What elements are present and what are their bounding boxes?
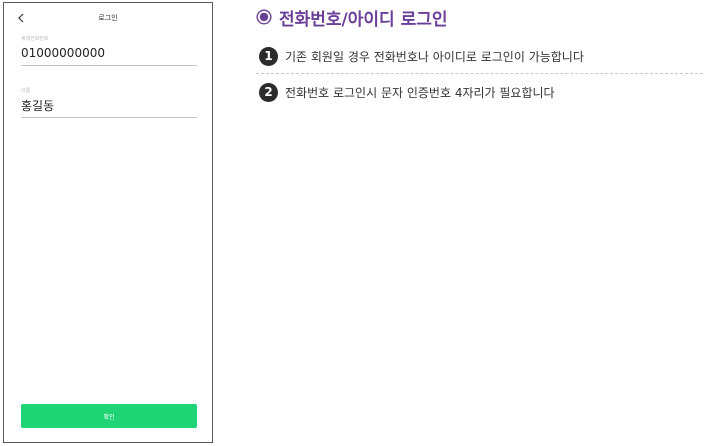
section-title: 전화번호/아이디 로그인 [279, 9, 448, 30]
step-item: 1 기존 회원일 경우 전화번호나 아이디로 로그인이 가능합니다 [259, 45, 584, 67]
step-number-badge: 2 [259, 82, 278, 102]
divider [256, 73, 703, 74]
confirm-button[interactable]: 확인 [21, 404, 197, 428]
step-item: 2 전화번호 로그인시 문자 인증번호 4자리가 필요합니다 [259, 81, 555, 103]
phone-number-input[interactable] [21, 43, 197, 66]
radio-bullet-icon [256, 9, 272, 25]
name-input[interactable] [21, 95, 197, 118]
phone-number-label: 휴대전화번호 [21, 36, 49, 42]
page-title: 로그인 [98, 14, 118, 22]
app-header: 로그인 [4, 3, 212, 33]
description-panel: 전화번호/아이디 로그인 1 기존 회원일 경우 전화번호나 아이디로 로그인이… [256, 0, 705, 446]
step-text: 기존 회원일 경우 전화번호나 아이디로 로그인이 가능합니다 [285, 49, 584, 64]
name-field: 이름 [21, 87, 197, 118]
section-heading: 전화번호/아이디 로그인 [256, 6, 448, 30]
phone-screen: 로그인 휴대전화번호 이름 확인 [3, 2, 213, 443]
phone-number-field: 휴대전화번호 [21, 35, 197, 66]
step-number-badge: 1 [259, 46, 278, 66]
name-label: 이름 [21, 88, 31, 94]
step-text: 전화번호 로그인시 문자 인증번호 4자리가 필요합니다 [285, 85, 555, 100]
